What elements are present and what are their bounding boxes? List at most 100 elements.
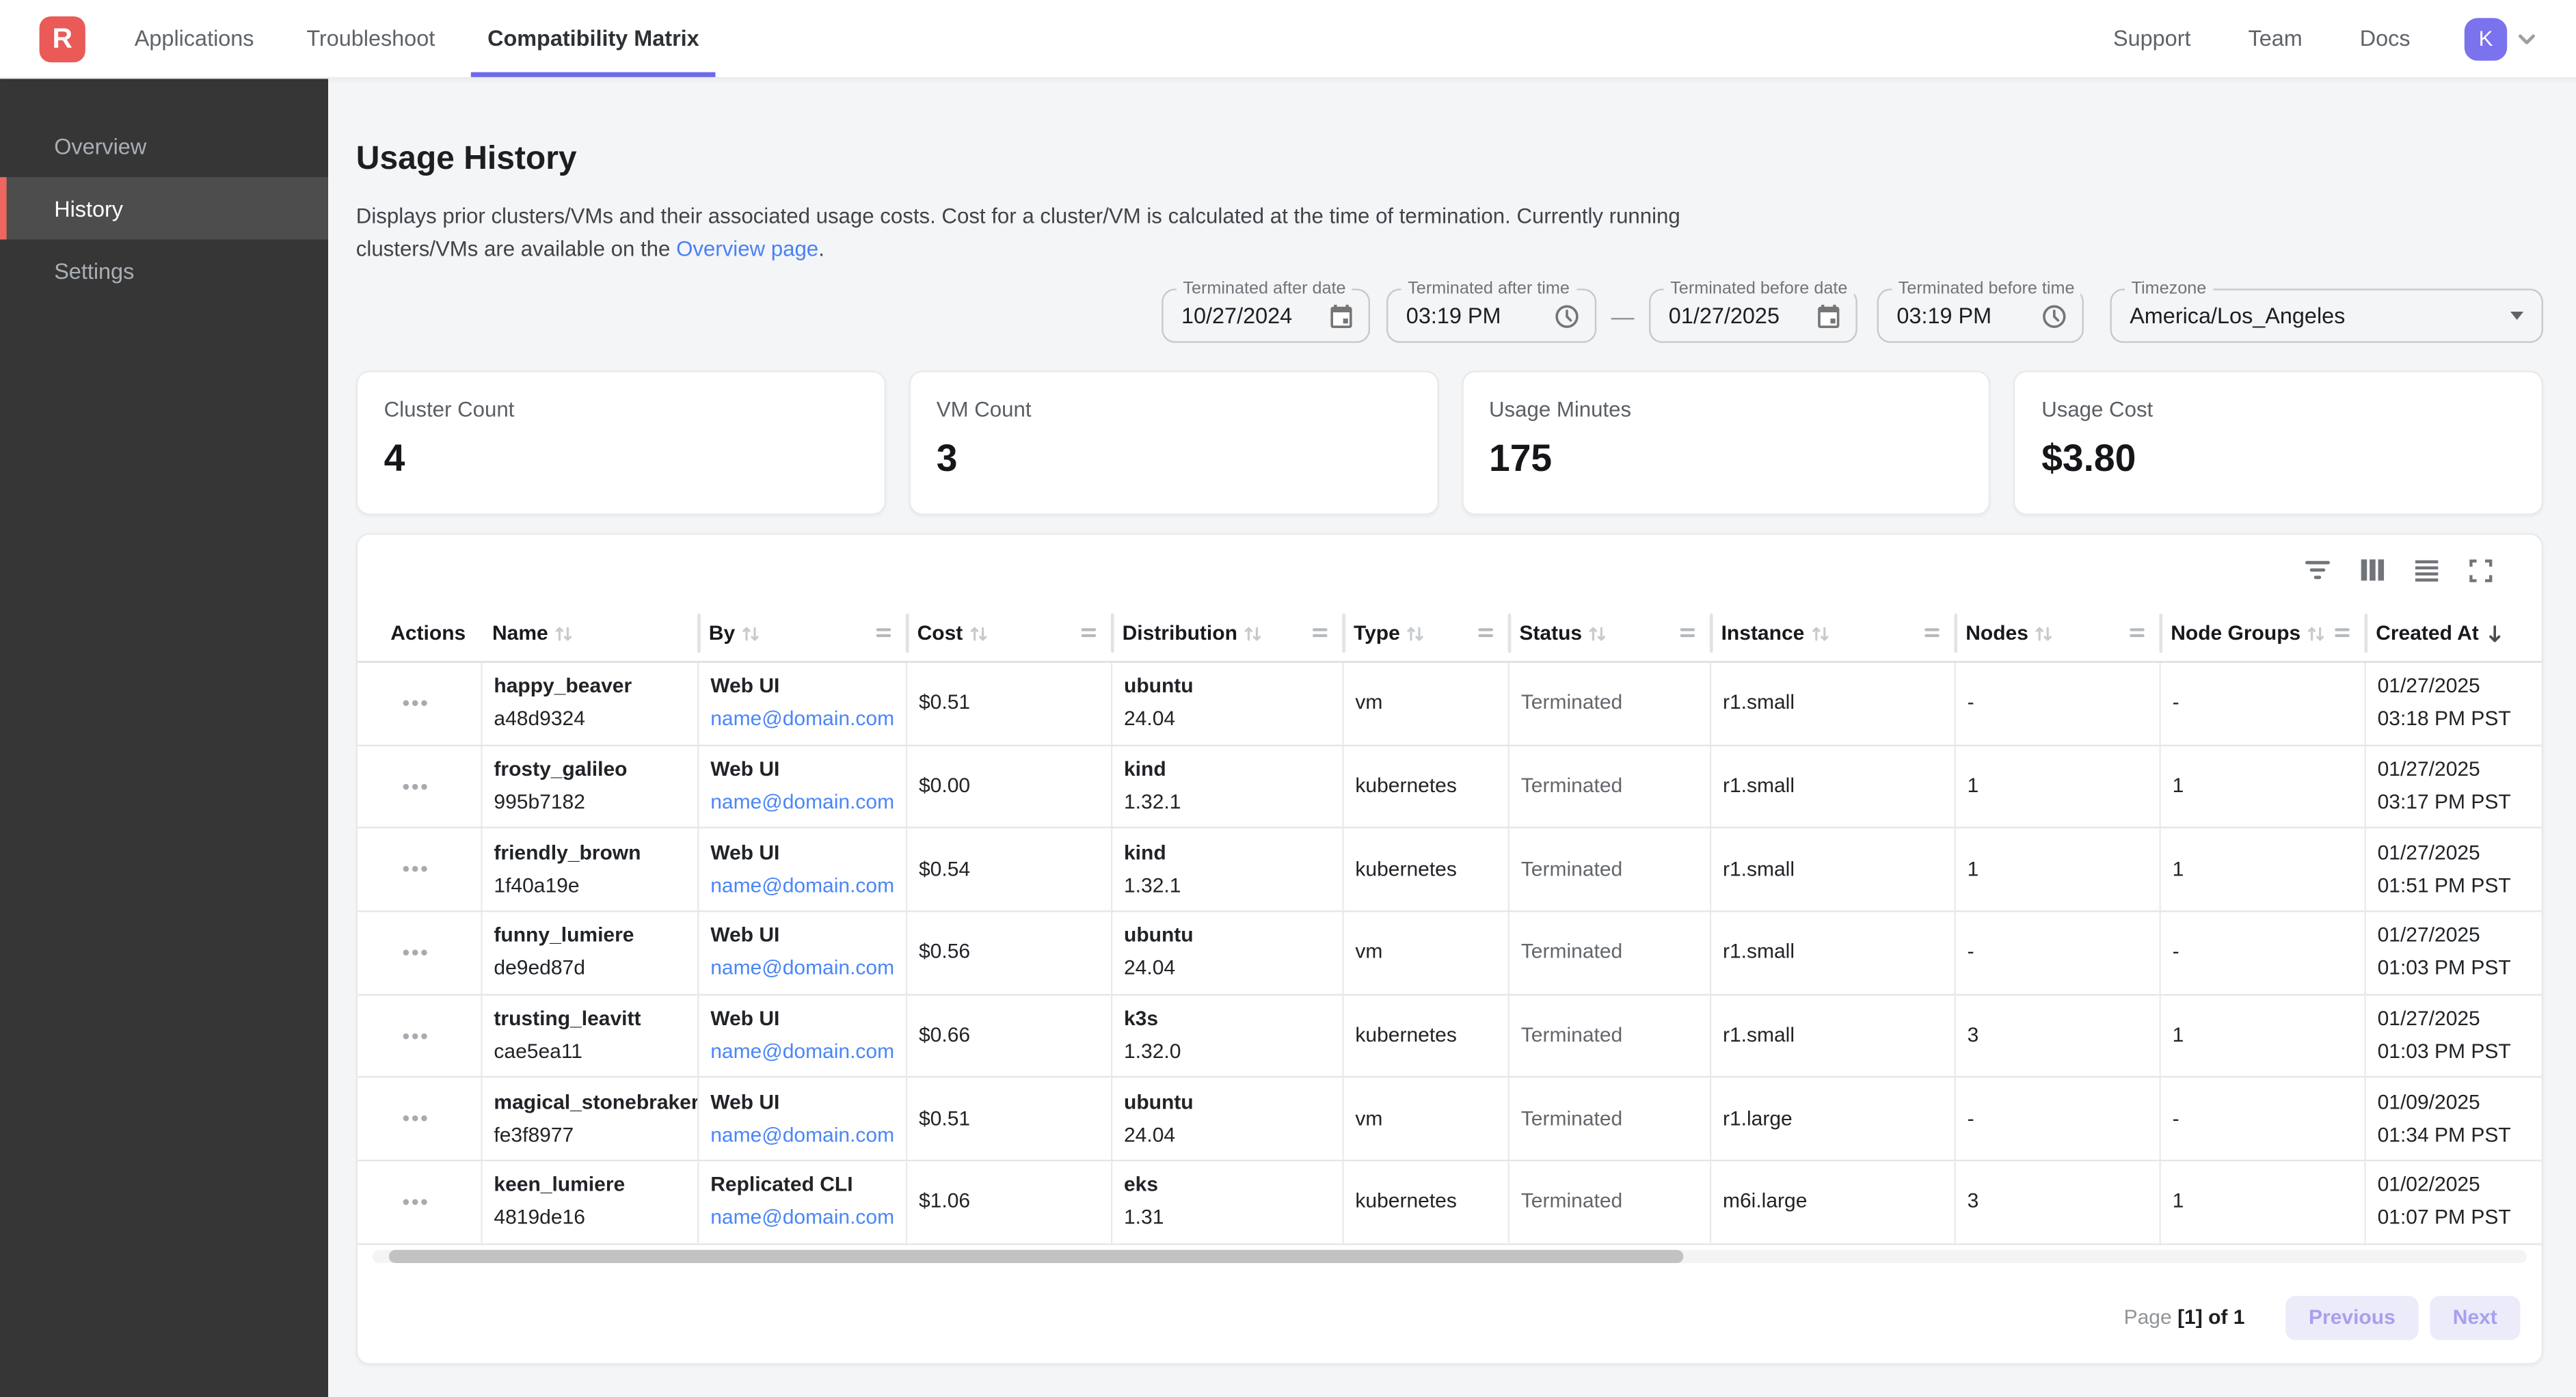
- avatar[interactable]: K: [2465, 17, 2507, 59]
- column-menu-icon[interactable]: [2335, 627, 2350, 640]
- table-row[interactable]: ••• keen_lumiere4819de16 Replicated CLIn…: [358, 1162, 2541, 1245]
- column-menu-icon[interactable]: [1478, 627, 1493, 640]
- email-link[interactable]: name@domain.com: [710, 1040, 899, 1065]
- sort-icon[interactable]: [1242, 623, 1263, 644]
- sort-icon[interactable]: [1587, 623, 1608, 644]
- column-header-distribution[interactable]: Distribution: [1111, 606, 1342, 662]
- column-header-node-groups[interactable]: Node Groups: [2159, 606, 2364, 662]
- sort-icon[interactable]: [553, 623, 574, 644]
- column-header-type[interactable]: Type: [1342, 606, 1507, 662]
- terminated-before-time-field[interactable]: Terminated before time 03:19 PM: [1877, 288, 2084, 342]
- row-actions-menu[interactable]: •••: [358, 995, 481, 1076]
- more-horizontal-icon[interactable]: •••: [402, 862, 429, 878]
- sort-icon[interactable]: [967, 623, 989, 644]
- more-horizontal-icon[interactable]: •••: [402, 945, 429, 961]
- column-menu-icon[interactable]: [2130, 627, 2145, 640]
- column-header-created-at[interactable]: Created At: [2364, 606, 2541, 662]
- column-header-name[interactable]: Name: [481, 606, 697, 662]
- email-link[interactable]: name@domain.com: [710, 1123, 899, 1148]
- clock-icon[interactable]: [2041, 303, 2067, 329]
- column-menu-icon[interactable]: [1924, 627, 1940, 640]
- row-actions-menu[interactable]: •••: [358, 829, 481, 910]
- table-row[interactable]: ••• frosty_galileo995b7182 Web UIname@do…: [358, 746, 2541, 829]
- terminated-after-date-field[interactable]: Terminated after date 10/27/2024: [1162, 288, 1370, 342]
- cell-node-groups: 1: [2159, 746, 2364, 827]
- nav-tab-compatibility-matrix[interactable]: Compatibility Matrix: [461, 0, 725, 77]
- more-horizontal-icon[interactable]: •••: [402, 1194, 429, 1210]
- sort-icon[interactable]: [2033, 623, 2054, 644]
- table-row[interactable]: ••• happy_beavera48d9324 Web UIname@doma…: [358, 663, 2541, 746]
- email-link[interactable]: name@domain.com: [710, 1206, 899, 1231]
- row-actions-menu[interactable]: •••: [358, 1079, 481, 1160]
- sidebar-item-overview[interactable]: Overview: [0, 115, 328, 177]
- nav-tab-troubleshoot[interactable]: Troubleshoot: [280, 0, 461, 77]
- sort-icon[interactable]: [2305, 623, 2326, 644]
- sidebar-item-settings[interactable]: Settings: [0, 239, 328, 301]
- sort-icon[interactable]: [1405, 623, 1426, 644]
- fullscreen-icon[interactable]: [2469, 558, 2493, 582]
- cell-name: keen_lumiere4819de16: [481, 1162, 697, 1243]
- nav-link-support[interactable]: Support: [2113, 26, 2191, 51]
- column-menu-icon[interactable]: [1680, 627, 1695, 640]
- columns-icon[interactable]: [2361, 559, 2385, 580]
- sort-icon[interactable]: [1810, 623, 1831, 644]
- email-link[interactable]: name@domain.com: [710, 707, 899, 732]
- column-header-nodes[interactable]: Nodes: [1954, 606, 2159, 662]
- calendar-icon[interactable]: [1816, 303, 1841, 329]
- terminated-after-time-field[interactable]: Terminated after time 03:19 PM: [1386, 288, 1596, 342]
- sort-icon[interactable]: [740, 623, 761, 644]
- terminated-before-time-value[interactable]: 03:19 PM: [1879, 303, 2041, 328]
- calendar-icon[interactable]: [1329, 303, 1354, 329]
- table-row[interactable]: ••• funny_lumierede9ed87d Web UIname@dom…: [358, 912, 2541, 996]
- row-actions-menu[interactable]: •••: [358, 912, 481, 994]
- more-horizontal-icon[interactable]: •••: [402, 778, 429, 795]
- terminated-before-date-field[interactable]: Terminated before date 01/27/2025: [1649, 288, 1857, 342]
- row-actions-menu[interactable]: •••: [358, 746, 481, 827]
- nav-link-team[interactable]: Team: [2249, 26, 2303, 51]
- table-row[interactable]: ••• trusting_leavittcae5ea11 Web UIname@…: [358, 995, 2541, 1079]
- terminated-before-date-value[interactable]: 01/27/2025: [1650, 303, 1816, 328]
- column-menu-icon[interactable]: [1082, 627, 1097, 640]
- column-header-by[interactable]: By: [697, 606, 906, 662]
- row-actions-menu[interactable]: •••: [358, 663, 481, 744]
- horizontal-scrollbar-thumb[interactable]: [389, 1249, 1684, 1262]
- sort-desc-icon[interactable]: [2484, 623, 2505, 644]
- column-menu-icon[interactable]: [876, 627, 891, 640]
- terminated-after-time-value[interactable]: 03:19 PM: [1388, 303, 1553, 328]
- column-header-instance[interactable]: Instance: [1710, 606, 1955, 662]
- more-horizontal-icon[interactable]: •••: [402, 1028, 429, 1044]
- email-link[interactable]: name@domain.com: [710, 791, 899, 815]
- select-arrow-icon[interactable]: [2510, 312, 2523, 320]
- table-row[interactable]: ••• magical_stonebrakerfe3f8977 Web UIna…: [358, 1079, 2541, 1162]
- email-link[interactable]: name@domain.com: [710, 957, 899, 981]
- overview-page-link[interactable]: Overview page: [676, 235, 818, 260]
- row-actions-menu[interactable]: •••: [358, 1162, 481, 1243]
- next-page-button[interactable]: Next: [2430, 1296, 2520, 1340]
- density-icon[interactable]: [2415, 558, 2439, 582]
- terminated-before-date-label: Terminated before date: [1664, 279, 1854, 299]
- stat-card-usage-minutes: Usage Minutes 175: [1461, 370, 1991, 515]
- nav-tab-applications[interactable]: Applications: [108, 0, 280, 77]
- horizontal-scrollbar-track[interactable]: [373, 1249, 2527, 1262]
- terminated-after-date-value[interactable]: 10/27/2024: [1164, 303, 1329, 328]
- nav-link-docs[interactable]: Docs: [2360, 26, 2411, 51]
- timezone-select[interactable]: Timezone America/Los_Angeles: [2110, 288, 2543, 342]
- column-header-cost[interactable]: Cost: [906, 606, 1111, 662]
- timezone-value[interactable]: America/Los_Angeles: [2112, 303, 2510, 328]
- more-horizontal-icon[interactable]: •••: [402, 1111, 429, 1127]
- replicated-logo[interactable]: R: [40, 16, 85, 62]
- cell-instance: m6i.large: [1710, 1162, 1955, 1243]
- more-horizontal-icon[interactable]: •••: [402, 695, 429, 711]
- column-menu-icon[interactable]: [1313, 627, 1328, 640]
- column-header-status[interactable]: Status: [1508, 606, 1710, 662]
- clock-icon[interactable]: [1554, 303, 1580, 329]
- table-row[interactable]: ••• friendly_brown1f40a19e Web UIname@do…: [358, 829, 2541, 912]
- previous-page-button[interactable]: Previous: [2285, 1296, 2418, 1340]
- filter-icon[interactable]: [2305, 558, 2330, 582]
- cell-by: Web UIname@domain.com: [697, 746, 906, 827]
- user-menu[interactable]: K: [2465, 17, 2537, 59]
- sidebar-item-history[interactable]: History: [0, 177, 328, 239]
- chevron-down-icon: [2517, 32, 2537, 45]
- table-toolbar: [358, 534, 2541, 605]
- email-link[interactable]: name@domain.com: [710, 874, 899, 899]
